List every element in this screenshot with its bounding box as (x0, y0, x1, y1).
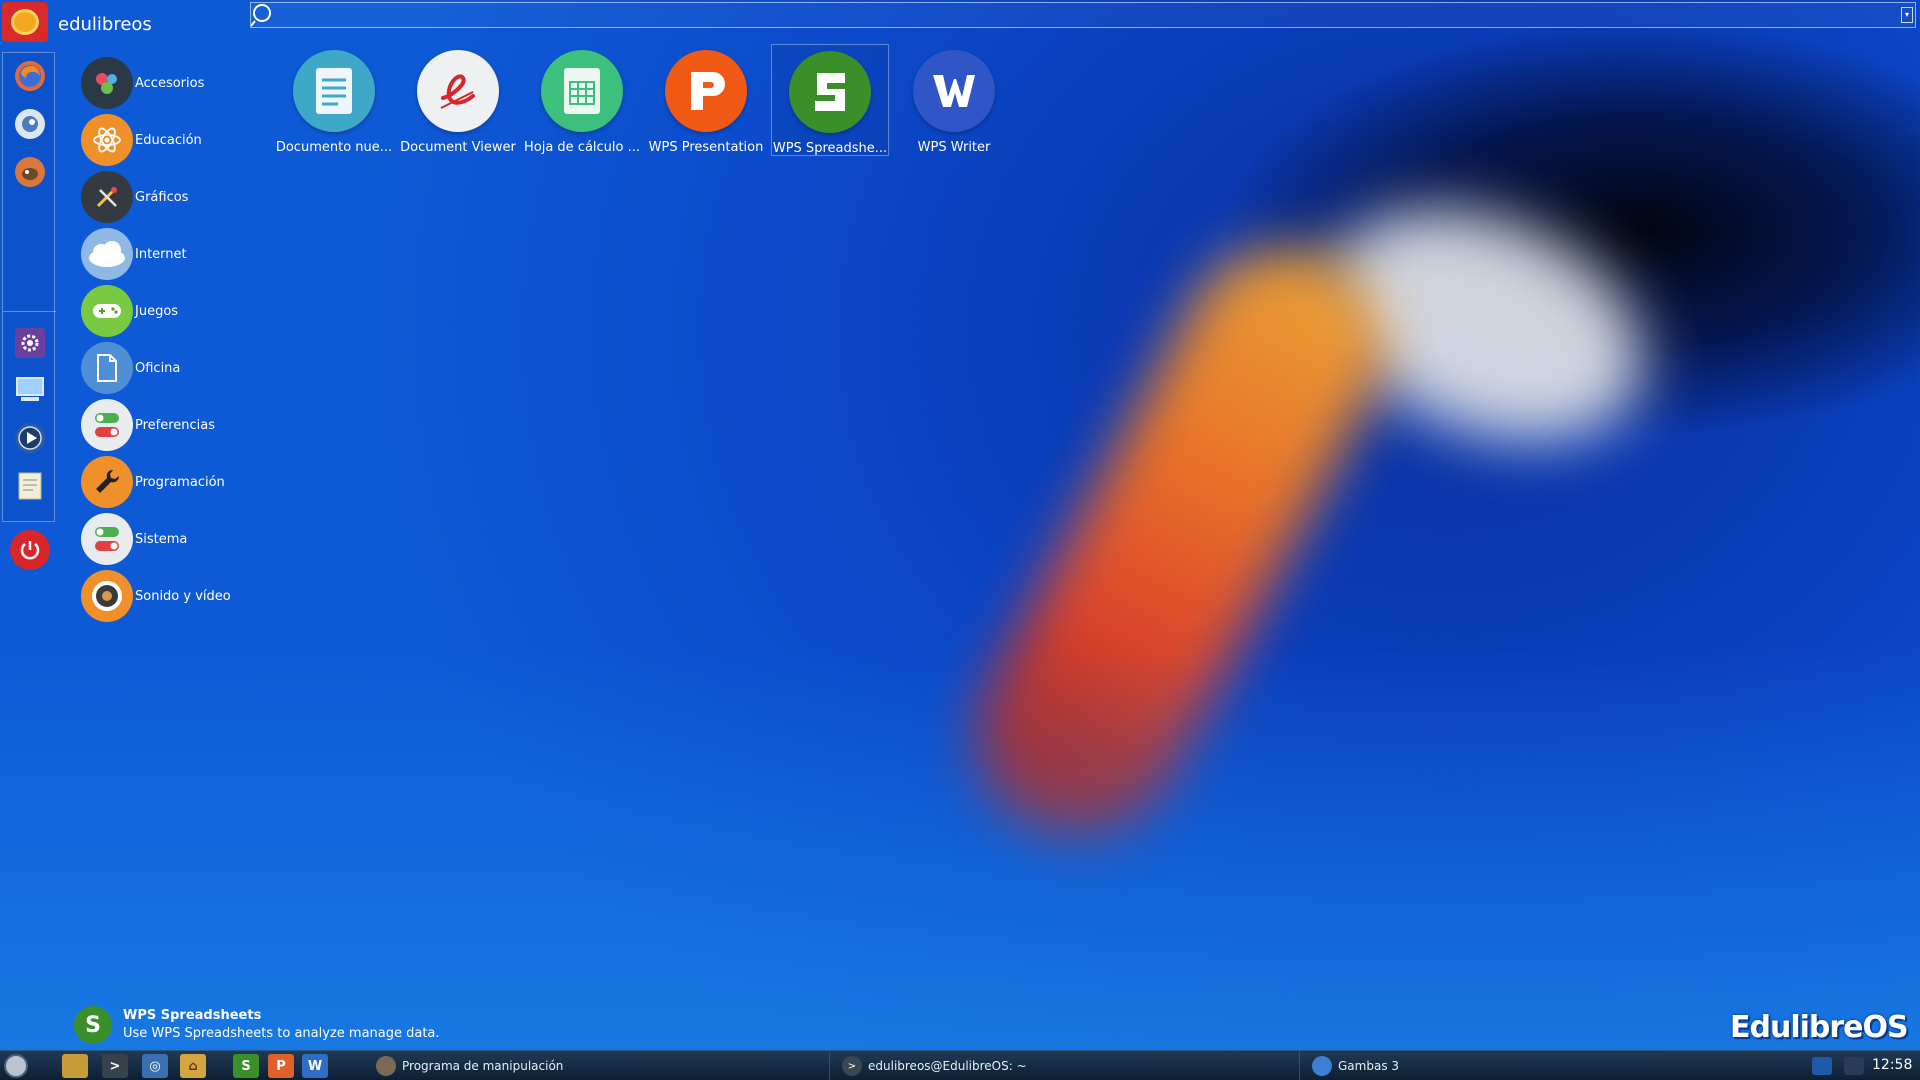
task-gimp[interactable]: Programa de manipulación (370, 1051, 830, 1080)
terminal-icon[interactable]: > (102, 1054, 128, 1078)
category-label: Juegos (135, 303, 179, 319)
app-document-viewer[interactable]: Document Viewer (399, 44, 517, 156)
search-dropdown-button[interactable]: ▾ (1901, 7, 1913, 23)
sound-video-icon (81, 570, 133, 622)
category-label: Gráficos (135, 189, 189, 205)
internet-cloud-icon (81, 228, 133, 280)
description-title: WPS Spreadsheets (123, 1008, 262, 1023)
graphics-icon (81, 171, 133, 223)
task-label: Gambas 3 (1338, 1059, 1400, 1073)
gimp-icon (376, 1056, 396, 1076)
gimp-icon[interactable] (15, 157, 45, 187)
terminal-icon: > (842, 1056, 862, 1076)
power-icon (20, 541, 40, 560)
app-documento-nuevo[interactable]: Documento nue... (275, 44, 393, 156)
app-wps-presentation[interactable]: WPS Presentation (647, 44, 765, 156)
home-folder-icon[interactable]: ⌂ (180, 1054, 206, 1078)
spreadsheet-icon (541, 50, 623, 132)
category-accesorios[interactable]: Accesorios (81, 57, 261, 109)
wps-presentation-icon (665, 50, 747, 132)
wps-writer-icon (913, 50, 995, 132)
wps-spreadsheets-icon: S (74, 1006, 112, 1044)
thunderbird-icon[interactable] (15, 109, 45, 139)
document-viewer-icon (417, 50, 499, 132)
volume-icon[interactable] (1844, 1057, 1864, 1075)
category-label: Sistema (135, 531, 188, 547)
username-label: edulibreos (58, 14, 152, 35)
accessories-icon (81, 57, 133, 109)
clock[interactable]: 12:58 (1872, 1057, 1912, 1073)
programming-icon (81, 456, 133, 508)
wallpaper-shadow (0, 0, 1920, 1080)
app-label: Documento nue... (275, 140, 393, 155)
wallpaper-gradient (0, 0, 1920, 1080)
wps-writer-icon[interactable]: W (302, 1054, 328, 1078)
start-menu-button[interactable] (4, 1054, 28, 1078)
task-gambas[interactable]: Gambas 3 (1306, 1051, 1806, 1080)
category-programacion[interactable]: Programación (81, 456, 261, 508)
description-text: Use WPS Spreadsheets to analyze manage d… (123, 1026, 440, 1041)
app-label: WPS Presentation (648, 140, 764, 155)
wps-presentation-icon[interactable]: P (268, 1054, 294, 1078)
search-bar[interactable]: ▾ (250, 2, 1916, 28)
file-manager-icon[interactable] (62, 1054, 88, 1078)
wps-spreadsheets-icon[interactable]: S (233, 1054, 259, 1078)
search-icon (251, 4, 271, 27)
app-description: S WPS Spreadsheets Use WPS Spreadsheets … (74, 1004, 574, 1044)
app-label: Document Viewer (400, 140, 516, 155)
wallpaper-toucan-head (1292, 165, 1678, 485)
taskbar: > ◎ ⌂ S P W Programa de manipulación > e… (0, 1050, 1920, 1080)
power-button[interactable] (10, 530, 50, 570)
web-browser-icon[interactable]: ◎ (142, 1054, 168, 1078)
category-educacion[interactable]: Educación (81, 114, 261, 166)
category-label: Internet (135, 246, 187, 262)
preferences-icon (81, 399, 133, 451)
system-icon (81, 513, 133, 565)
document-icon (293, 50, 375, 132)
gambas-icon (1312, 1056, 1332, 1076)
wallpaper-toucan-beak (941, 213, 1419, 873)
app-label: WPS Spreadshe... (772, 141, 888, 156)
app-wps-spreadsheets[interactable]: WPS Spreadshe... (771, 44, 889, 156)
favorites-bar (2, 52, 56, 522)
wps-spreadsheets-icon (789, 51, 871, 133)
media-player-icon[interactable] (15, 423, 45, 453)
category-preferencias[interactable]: Preferencias (81, 399, 261, 451)
category-juegos[interactable]: Juegos (81, 285, 261, 337)
monitor-icon[interactable] (15, 375, 45, 405)
task-label: edulibreos@EdulibreOS: ~ (868, 1059, 1027, 1073)
task-terminal[interactable]: > edulibreos@EdulibreOS: ~ (836, 1051, 1300, 1080)
category-label: Programación (135, 474, 225, 490)
search-input[interactable] (281, 5, 1871, 25)
games-icon (81, 285, 133, 337)
text-editor-icon[interactable] (15, 471, 45, 501)
app-label: Hoja de cálculo ... (523, 140, 641, 155)
education-icon (81, 114, 133, 166)
distro-logo-icon[interactable] (2, 2, 48, 42)
category-label: Educación (135, 132, 202, 148)
category-label: Preferencias (135, 417, 216, 433)
app-label: WPS Writer (917, 140, 991, 155)
category-sonido-y-video[interactable]: Sonido y vídeo (81, 570, 261, 622)
category-internet[interactable]: Internet (81, 228, 261, 280)
category-label: Accesorios (135, 75, 205, 91)
edulibreos-brand-logo: EdulibreOS (1730, 1010, 1909, 1045)
app-wps-writer[interactable]: WPS Writer (895, 44, 1013, 156)
category-oficina[interactable]: Oficina (81, 342, 261, 394)
task-label: Programa de manipulación (402, 1059, 564, 1073)
settings-icon[interactable] (15, 328, 45, 358)
category-label: Oficina (135, 360, 181, 376)
category-label: Sonido y vídeo (135, 588, 231, 604)
network-icon[interactable] (1812, 1057, 1832, 1075)
category-sistema[interactable]: Sistema (81, 513, 261, 565)
app-hoja-de-calculo[interactable]: Hoja de cálculo ... (523, 44, 641, 156)
category-graficos[interactable]: Gráficos (81, 171, 261, 223)
office-icon (81, 342, 133, 394)
firefox-icon[interactable] (15, 61, 45, 91)
